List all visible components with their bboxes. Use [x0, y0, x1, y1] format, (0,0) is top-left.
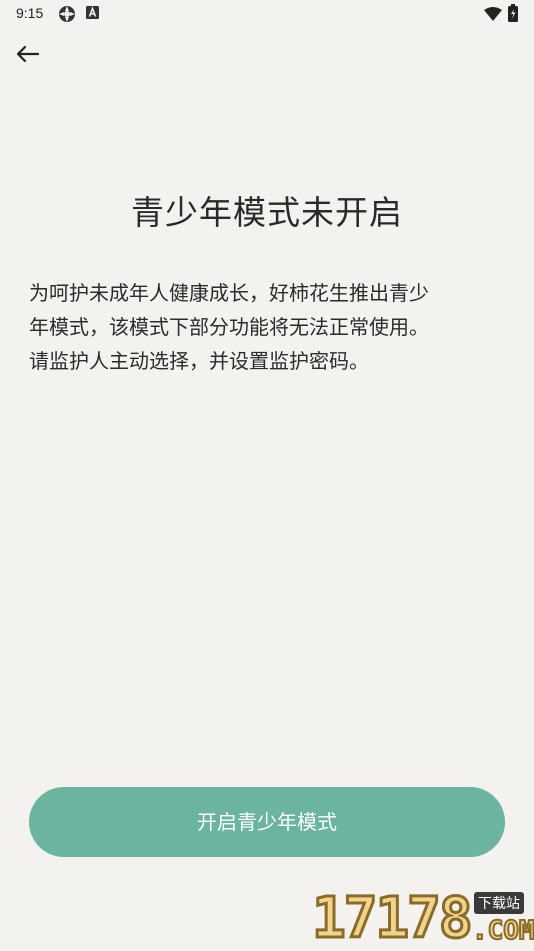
watermark-suffix: .COM: [471, 915, 534, 947]
watermark-digits: 17178: [311, 886, 475, 951]
description-line: 为呵护未成年人健康成长，好柿花生推出青少: [29, 281, 429, 305]
settings-gear-icon: [58, 5, 76, 27]
wifi-icon: [484, 6, 502, 25]
watermark-badge: 下载站: [474, 892, 524, 914]
page-title: 青少年模式未开启: [131, 193, 403, 232]
description-line: 请监护人主动选择，并设置监护密码。: [29, 349, 369, 373]
a-badge-icon: [86, 5, 100, 25]
status-time: 9:15: [16, 5, 44, 21]
status-bar: 9:15: [0, 0, 534, 28]
description: 为呵护未成年人健康成长，好柿花生推出青少 年模式，该模式下部分功能将无法正常使用…: [29, 276, 509, 378]
enable-teen-mode-button[interactable]: 开启青少年模式: [29, 787, 505, 857]
back-button[interactable]: [10, 38, 50, 72]
watermark-logo: 17178 下载站 .COM: [311, 886, 534, 951]
back-arrow-icon: [10, 45, 50, 76]
battery-icon: [508, 4, 518, 26]
description-line: 年模式，该模式下部分功能将无法正常使用。: [29, 315, 429, 339]
